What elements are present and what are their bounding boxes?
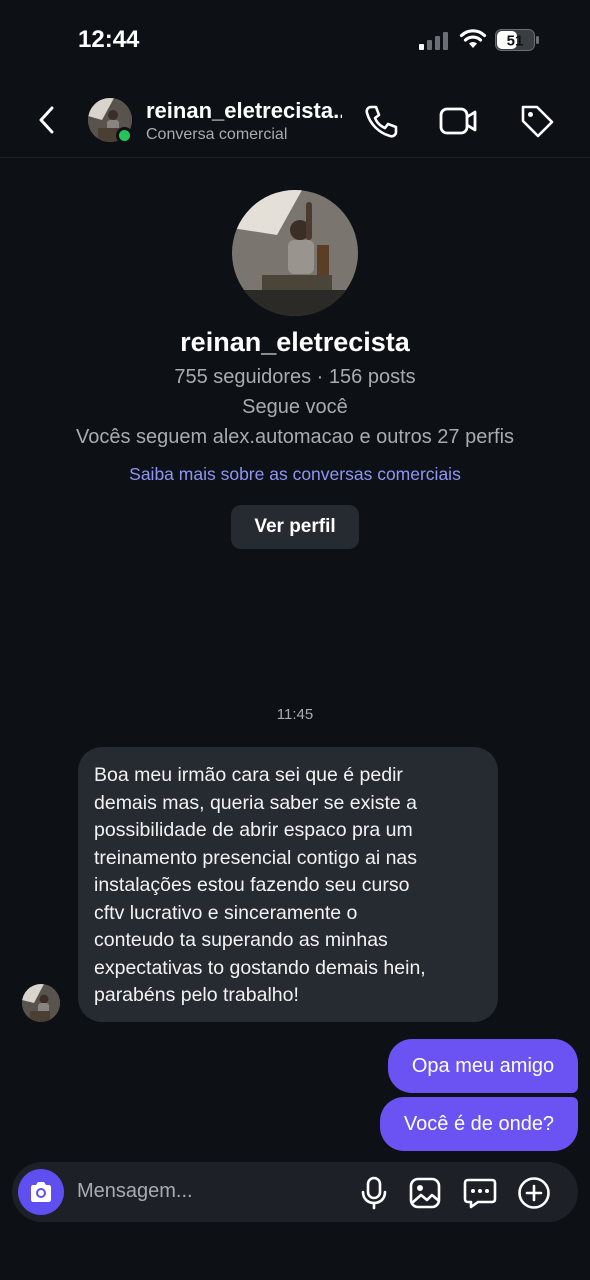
- mic-icon[interactable]: [360, 1176, 388, 1210]
- plus-icon[interactable]: [517, 1176, 551, 1210]
- camera-button[interactable]: [18, 1169, 64, 1215]
- phone-icon[interactable]: [362, 102, 400, 140]
- business-chat-info-link[interactable]: Saiba mais sobre as conversas comerciais: [0, 464, 590, 485]
- signal-icon: [419, 32, 448, 50]
- contact-subtitle: Conversa comercial: [146, 126, 288, 143]
- mutual-followers-text: Vocês seguem alex.automacao e outros 27 …: [75, 426, 515, 448]
- contact-name[interactable]: reinan_eletrecista...: [146, 98, 342, 124]
- tag-icon[interactable]: [518, 102, 556, 140]
- back-icon[interactable]: [32, 100, 62, 140]
- battery-level: 51: [507, 33, 524, 50]
- gallery-icon[interactable]: [409, 1177, 441, 1209]
- outgoing-message[interactable]: Você é de onde?: [380, 1097, 578, 1151]
- chat-header: reinan_eletrecista... Conversa comercial: [0, 82, 590, 158]
- profile-stats: 755 seguidores · 156 posts: [174, 366, 416, 388]
- follows-you-text: Segue você: [242, 396, 348, 418]
- status-time: 12:44: [78, 26, 140, 53]
- profile-avatar[interactable]: [232, 190, 358, 316]
- online-status-dot: [116, 127, 133, 144]
- message-composer: [12, 1162, 578, 1222]
- camera-icon: [31, 1182, 51, 1202]
- status-bar: 12:44 51: [0, 0, 590, 82]
- message-timestamp: 11:45: [276, 706, 314, 723]
- outgoing-message[interactable]: Opa meu amigo: [388, 1039, 578, 1093]
- incoming-message[interactable]: Boa meu irmão cara sei que é pedir demai…: [78, 747, 498, 1022]
- profile-username: reinan_eletrecista: [180, 327, 410, 357]
- battery-icon: 51: [495, 29, 539, 51]
- view-profile-button[interactable]: Ver perfil: [231, 505, 359, 549]
- video-icon[interactable]: [438, 104, 478, 138]
- sender-avatar[interactable]: [22, 984, 60, 1022]
- sticker-icon[interactable]: [463, 1176, 497, 1210]
- message-input[interactable]: [77, 1180, 337, 1203]
- wifi-icon: [459, 29, 487, 48]
